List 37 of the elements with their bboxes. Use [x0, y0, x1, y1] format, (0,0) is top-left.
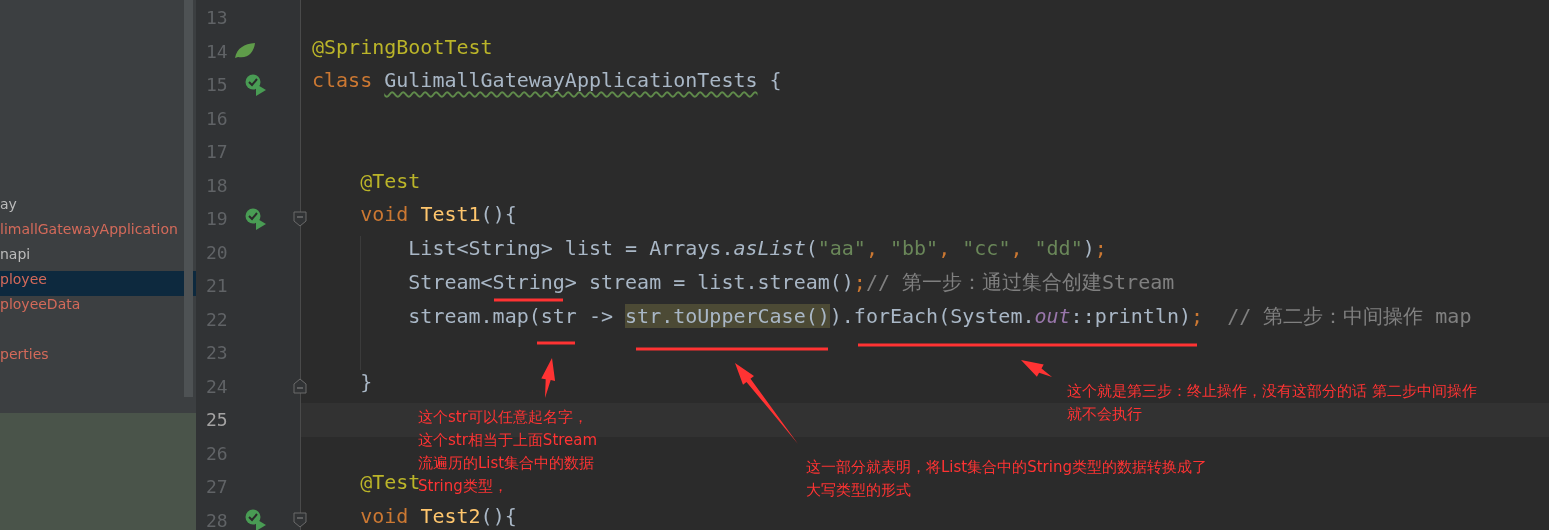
code-line: stream.map(str -> str.toUpperCase()).forEach(System.out::println); // 第二步：中间操作 map	[407, 302, 1472, 330]
code-line: @Test	[359, 168, 421, 193]
annotation-note: 这个就是第三步：终止操作，没有这部分的话 第二步中间操作 就不会执行	[1067, 381, 1477, 425]
tree-item[interactable]: perties	[0, 346, 183, 371]
code-line: class GulimallGatewayApplicationTests {	[312, 68, 782, 92]
code-line: Stream<String> stream = list.stream();// 第一步：通过集合创建Stream	[407, 269, 1175, 296]
tree-item[interactable]: napi	[0, 246, 183, 271]
annotation-note: 这一部分就表明，将List集合中的String类型的数据转换成了 大写类型的形式	[806, 457, 1207, 501]
line-number: 25	[205, 409, 228, 431]
scrollbar[interactable]	[184, 0, 193, 397]
run-test-icon[interactable]	[244, 207, 267, 230]
code-line: }	[359, 369, 373, 394]
code-line: List<String> list = Arrays.asList("aa", "bb", "cc", "dd");	[407, 235, 1107, 260]
tree-item-label: ployee	[0, 271, 47, 287]
run-test-icon[interactable]	[244, 509, 267, 530]
tree-item[interactable]: ay	[0, 196, 183, 221]
run-test-icon[interactable]	[244, 73, 267, 96]
fold-marker-icon[interactable]	[293, 210, 307, 227]
fold-marker-icon[interactable]	[293, 378, 307, 395]
code-line: void Test1(){	[359, 202, 517, 226]
fold-marker-icon[interactable]	[293, 512, 307, 529]
code-line: void Test2(){	[359, 503, 517, 528]
tree-item-label: limallGatewayApplication	[0, 221, 178, 237]
tree-item[interactable]: ployeeData	[0, 296, 183, 321]
code-line: @SpringBootTest	[312, 34, 493, 59]
tree-item-label: ployeeData	[0, 296, 81, 312]
annotation-note: 这个str可以任意起名字， 这个str相当于上面Stream 流遍历的List集合中的数据 String类型，	[418, 407, 598, 497]
tree-item-label: napi	[0, 246, 31, 262]
underline-mark	[494, 298, 563, 302]
underline-mark	[537, 341, 575, 345]
arrow	[1021, 360, 1052, 377]
tree-item-label: perties	[0, 346, 49, 362]
tree-item[interactable]: limallGatewayApplication	[0, 221, 183, 246]
tree-item[interactable]: ployee	[0, 271, 196, 296]
leaf-icon[interactable]	[233, 42, 256, 61]
tree-item-label: ay	[0, 196, 17, 212]
arrow	[541, 358, 556, 398]
